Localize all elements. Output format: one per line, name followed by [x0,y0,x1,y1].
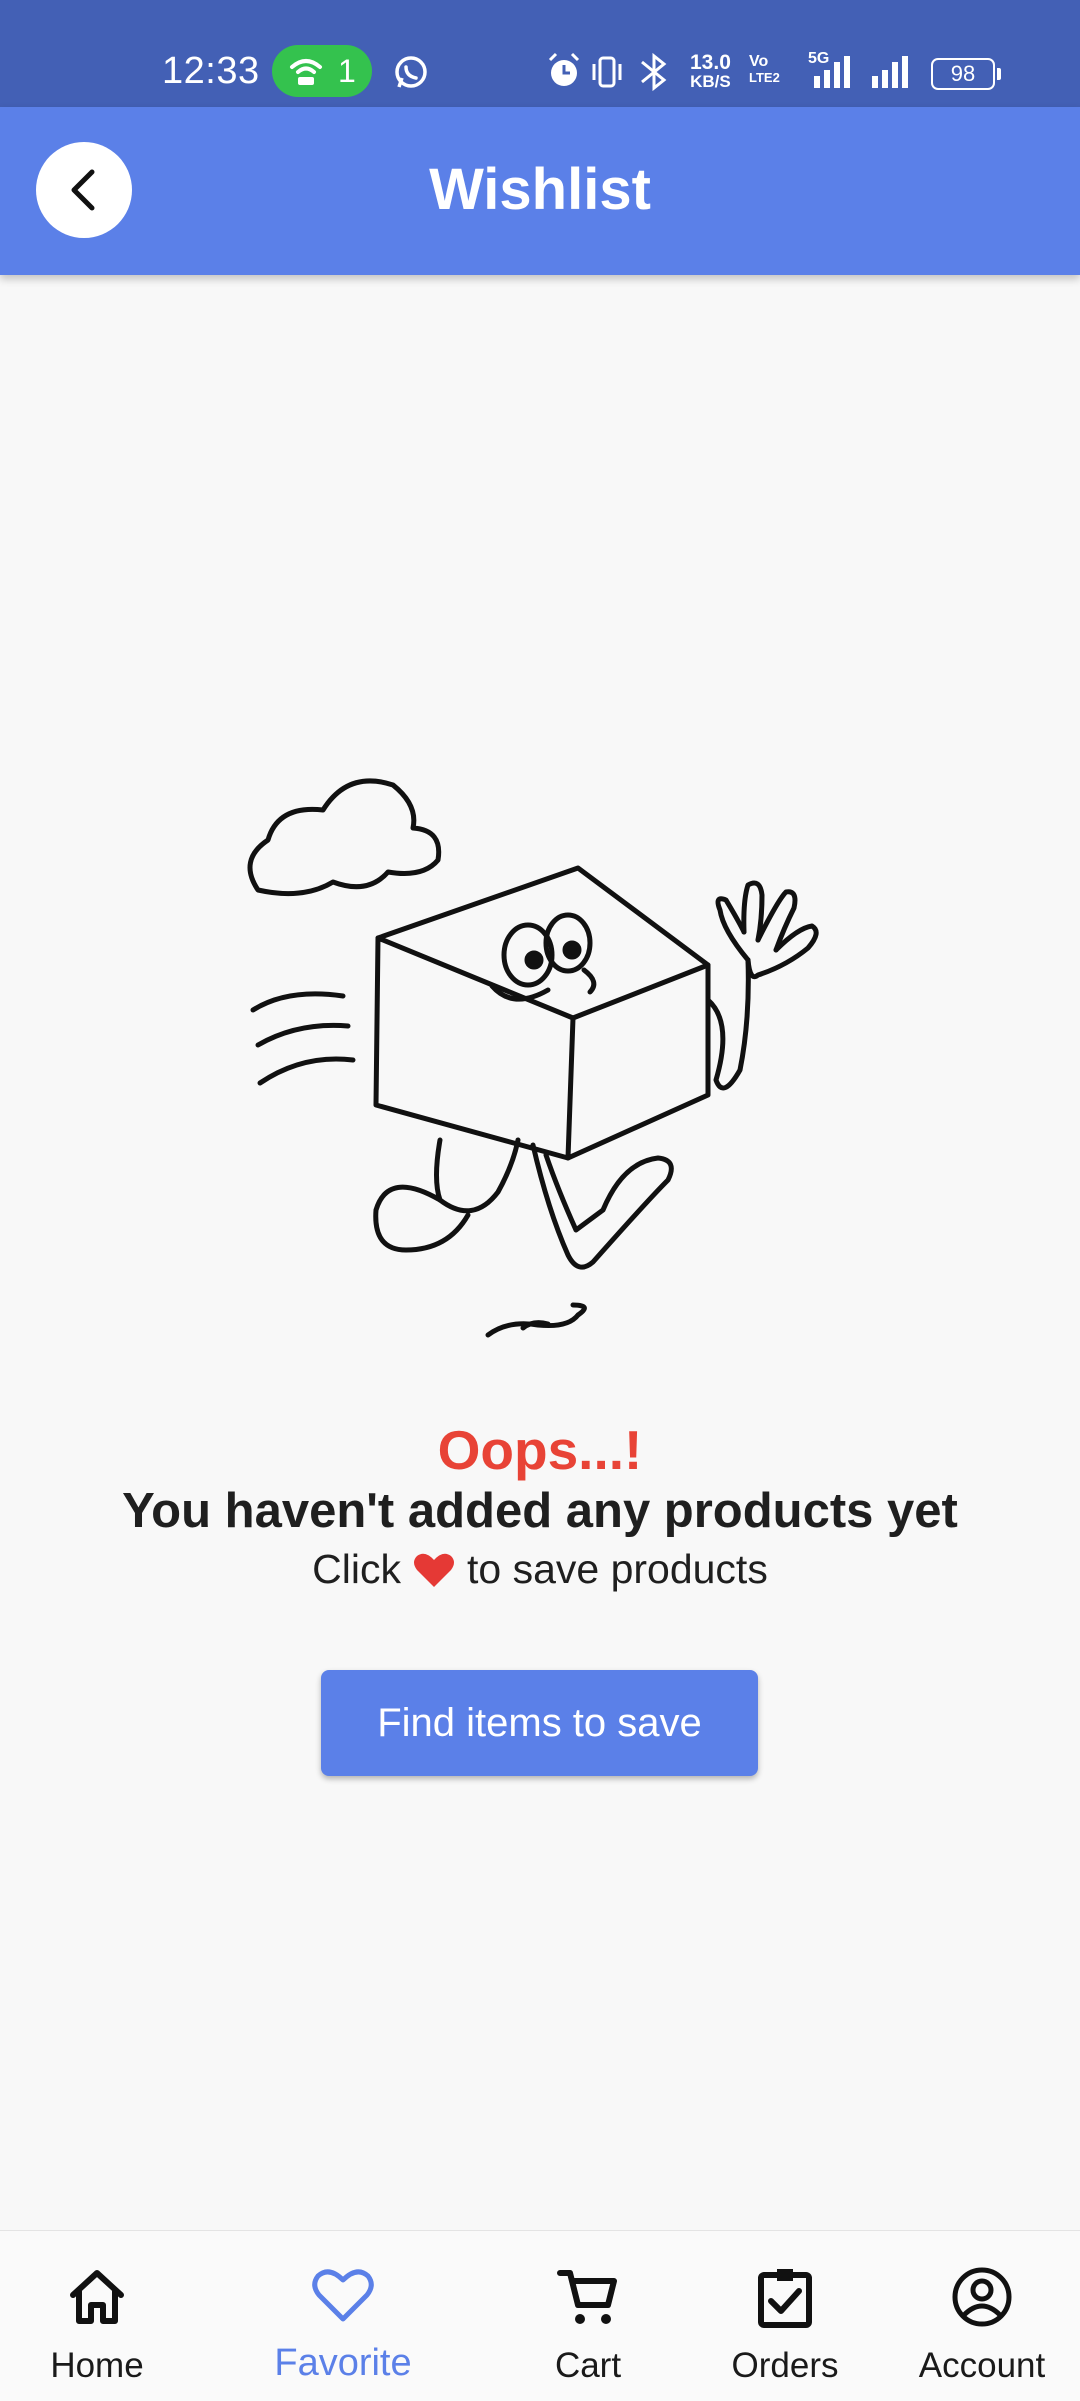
signal-icons [814,56,908,88]
app-bar: Wishlist [0,107,1080,275]
nav-item-cart[interactable]: Cart [480,2231,696,2401]
home-icon [70,2270,124,2324]
nav-label-orders: Orders [731,2346,839,2385]
bluetooth-icon [641,52,667,92]
heart-outline-icon [312,2269,374,2322]
nav-item-home[interactable]: Home [0,2231,205,2401]
cloud-shape [247,778,442,897]
status-time: 12:33 [162,50,260,92]
hotspot-icon [290,59,322,85]
empty-state-hint: Click to save products [0,1540,1080,1604]
hint-suffix: to save products [466,1546,768,1592]
clipboard-check-icon [758,2269,812,2328]
whatsapp-icon [395,56,427,88]
vibrate-icon [592,56,622,88]
alarm-icon [548,52,580,86]
signal-5g-icon [814,56,850,88]
status-icons [548,52,667,92]
find-items-button[interactable]: Find items to save [321,1670,758,1776]
page-title: Wishlist [429,157,651,222]
hint-prefix: Click [312,1546,401,1592]
hotspot-count: 1 [338,53,356,89]
signal-icon [872,56,908,88]
nav-label-account: Account [918,2346,1046,2385]
heart-icon [413,1546,455,1604]
nav-item-account[interactable]: Account [874,2231,1080,2401]
account-circle-icon [952,2267,1012,2327]
empty-state-message: You haven't added any products yet [122,1484,958,1538]
nav-item-favorite[interactable]: Favorite [235,2231,451,2401]
nav-label-home: Home [50,2346,144,2385]
cart-icon [557,2270,617,2324]
nav-item-orders[interactable]: Orders [677,2231,893,2401]
status-bar: 12:33 1 13.0 KB/S Vo LTE2 5G 98 [0,0,1080,107]
battery-indicator: 98 [931,58,1001,90]
net-speed: 13.0 KB/S [690,51,731,91]
volte-indicator: Vo LTE2 [749,53,780,86]
bottom-navigation: Home Favorite Cart Orders Account [0,2230,1080,2401]
hotspot-badge: 1 [272,45,372,97]
empty-state-headline: Oops...! [437,1419,643,1481]
empty-wishlist-illustration [247,778,819,1338]
nav-label-cart: Cart [554,2346,622,2385]
nav-label-favorite: Favorite [274,2342,412,2384]
